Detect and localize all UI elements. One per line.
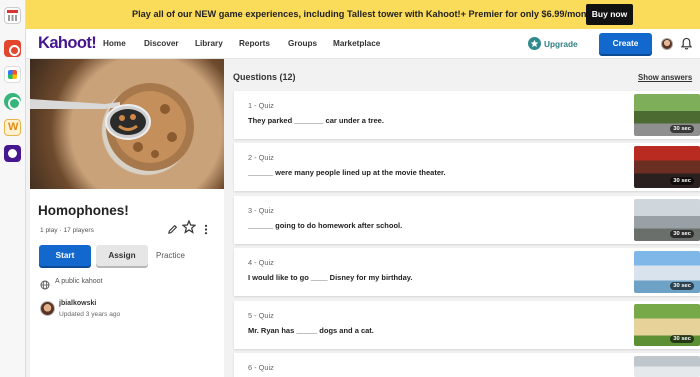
questions-heading: Questions (12) [233, 72, 296, 82]
play-stats: 1 play · 17 players [40, 227, 94, 234]
create-button[interactable]: Create [599, 33, 652, 54]
time-limit-badge: 30 sec [670, 125, 694, 133]
question-image [634, 356, 700, 377]
app-dock [0, 0, 26, 377]
question-image: 30 sec [634, 251, 700, 293]
question-card[interactable]: 1 - Quiz They parked _______ car under a… [234, 91, 700, 139]
question-label: 3 - Quiz [248, 206, 274, 215]
updated-time: Updated 3 years ago [59, 311, 121, 318]
question-label: 4 - Quiz [248, 258, 274, 267]
time-limit-badge: 30 sec [670, 335, 694, 343]
visibility-label: A public kahoot [55, 278, 103, 285]
promo-banner: Play all of our NEW game experiences, in… [26, 0, 700, 29]
question-label: 2 - Quiz [248, 153, 274, 162]
promo-text: Play all of our NEW game experiences, in… [132, 9, 596, 19]
question-text: ______ going to do homework after school… [248, 221, 403, 230]
star-icon [528, 37, 541, 50]
kahoot-app-icon[interactable] [4, 145, 21, 162]
question-card[interactable]: 5 - Quiz Mr. Ryan has _____ dogs and a c… [234, 301, 700, 349]
time-limit-badge: 30 sec [670, 282, 694, 290]
question-image: 30 sec [634, 304, 700, 346]
globe-icon [40, 277, 50, 295]
creator-name[interactable]: jbialkowski [59, 300, 96, 307]
bell-icon[interactable] [680, 37, 693, 55]
question-text: Mr. Ryan has _____ dogs and a cat. [248, 326, 374, 335]
kahoot-details-panel: Homophones! 1 play · 17 players Start As… [30, 59, 224, 377]
calendar-app-icon[interactable] [4, 7, 21, 24]
start-button[interactable]: Start [39, 245, 91, 266]
kahoot-title: Homophones! [38, 203, 129, 218]
question-label: 1 - Quiz [248, 101, 274, 110]
question-label: 5 - Quiz [248, 311, 274, 320]
question-card[interactable]: 4 - Quiz I would like to go ____ Disney … [234, 248, 700, 296]
nav-reports[interactable]: Reports [239, 39, 270, 48]
dock-app-icon[interactable] [4, 119, 21, 136]
question-image: 30 sec [634, 199, 700, 241]
avatar[interactable] [661, 38, 673, 50]
question-label: 6 - Quiz [248, 363, 274, 372]
nav-home[interactable]: Home [103, 39, 126, 48]
cover-image [30, 59, 224, 189]
nav-groups[interactable]: Groups [288, 39, 317, 48]
practice-button[interactable]: Practice [156, 251, 185, 260]
show-answers-link[interactable]: Show answers [638, 73, 692, 82]
nav-library[interactable]: Library [195, 39, 223, 48]
dock-app-icon[interactable] [4, 40, 21, 57]
assign-button[interactable]: Assign [96, 245, 148, 266]
nav-discover[interactable]: Discover [144, 39, 179, 48]
top-nav: Kahoot! Home Discover Library Reports Gr… [26, 29, 700, 59]
question-text: ______ were many people lined up at the … [248, 168, 446, 177]
question-card[interactable]: 6 - Quiz [234, 353, 700, 377]
question-text: I would like to go ____ Disney for my bi… [248, 273, 413, 282]
dock-app-icon[interactable] [4, 66, 21, 83]
kahoot-logo[interactable]: Kahoot! [38, 34, 97, 53]
question-card[interactable]: 3 - Quiz ______ going to do homework aft… [234, 196, 700, 244]
nav-marketplace[interactable]: Marketplace [333, 39, 380, 48]
buy-now-button[interactable]: Buy now [586, 4, 633, 25]
question-text: They parked _______ car under a tree. [248, 116, 384, 125]
time-limit-badge: 30 sec [670, 177, 694, 185]
upgrade-label: Upgrade [544, 39, 578, 49]
question-image: 30 sec [634, 94, 700, 136]
question-card[interactable]: 2 - Quiz ______ were many people lined u… [234, 143, 700, 191]
favorite-star-icon[interactable] [181, 219, 197, 239]
edit-icon[interactable] [167, 222, 178, 240]
time-limit-badge: 30 sec [670, 230, 694, 238]
dock-app-icon[interactable] [4, 93, 21, 110]
more-options-icon[interactable] [204, 222, 208, 240]
creator-avatar[interactable] [40, 301, 55, 316]
question-image: 30 sec [634, 146, 700, 188]
